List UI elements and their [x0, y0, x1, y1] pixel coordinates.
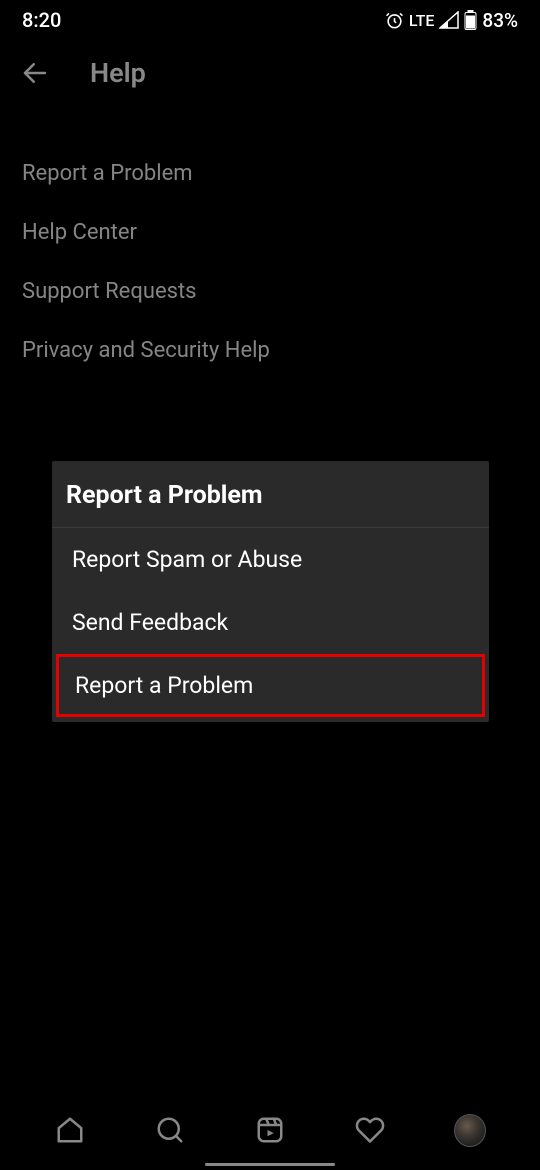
search-icon — [155, 1115, 185, 1145]
back-icon[interactable] — [20, 58, 50, 88]
nav-home[interactable] — [54, 1114, 86, 1146]
dialog-item-report-problem[interactable]: Report a Problem — [56, 654, 485, 717]
avatar-icon — [454, 1114, 486, 1147]
reels-icon — [255, 1115, 285, 1145]
dialog-title: Report a Problem — [52, 461, 489, 528]
status-time: 8:20 — [22, 8, 61, 32]
page-title: Help — [90, 57, 146, 89]
battery-icon — [464, 10, 477, 30]
dialog-item-send-feedback[interactable]: Send Feedback — [52, 591, 489, 654]
menu-item-help-center[interactable]: Help Center — [0, 203, 540, 262]
battery-percent: 83% — [482, 9, 518, 32]
nav-reels[interactable] — [254, 1114, 286, 1146]
heart-icon — [355, 1115, 385, 1145]
bottom-nav — [0, 1098, 540, 1170]
home-indicator — [205, 1163, 335, 1166]
alarm-icon — [385, 11, 404, 30]
menu-item-privacy-security[interactable]: Privacy and Security Help — [0, 321, 540, 380]
report-problem-dialog: Report a Problem Report Spam or Abuse Se… — [52, 461, 489, 722]
menu-item-support-requests[interactable]: Support Requests — [0, 262, 540, 321]
network-label: LTE — [409, 11, 434, 30]
nav-activity[interactable] — [354, 1114, 386, 1146]
help-menu: Report a Problem Help Center Support Req… — [0, 106, 540, 380]
page-header: Help — [0, 40, 540, 106]
nav-search[interactable] — [154, 1114, 186, 1146]
signal-icon — [439, 11, 459, 29]
nav-profile[interactable] — [454, 1114, 486, 1146]
status-icons: LTE 83% — [385, 9, 518, 32]
menu-item-report-a-problem[interactable]: Report a Problem — [0, 144, 540, 203]
status-bar: 8:20 LTE 83% — [0, 0, 540, 40]
dialog-item-spam-abuse[interactable]: Report Spam or Abuse — [52, 528, 489, 591]
home-icon — [55, 1115, 85, 1145]
